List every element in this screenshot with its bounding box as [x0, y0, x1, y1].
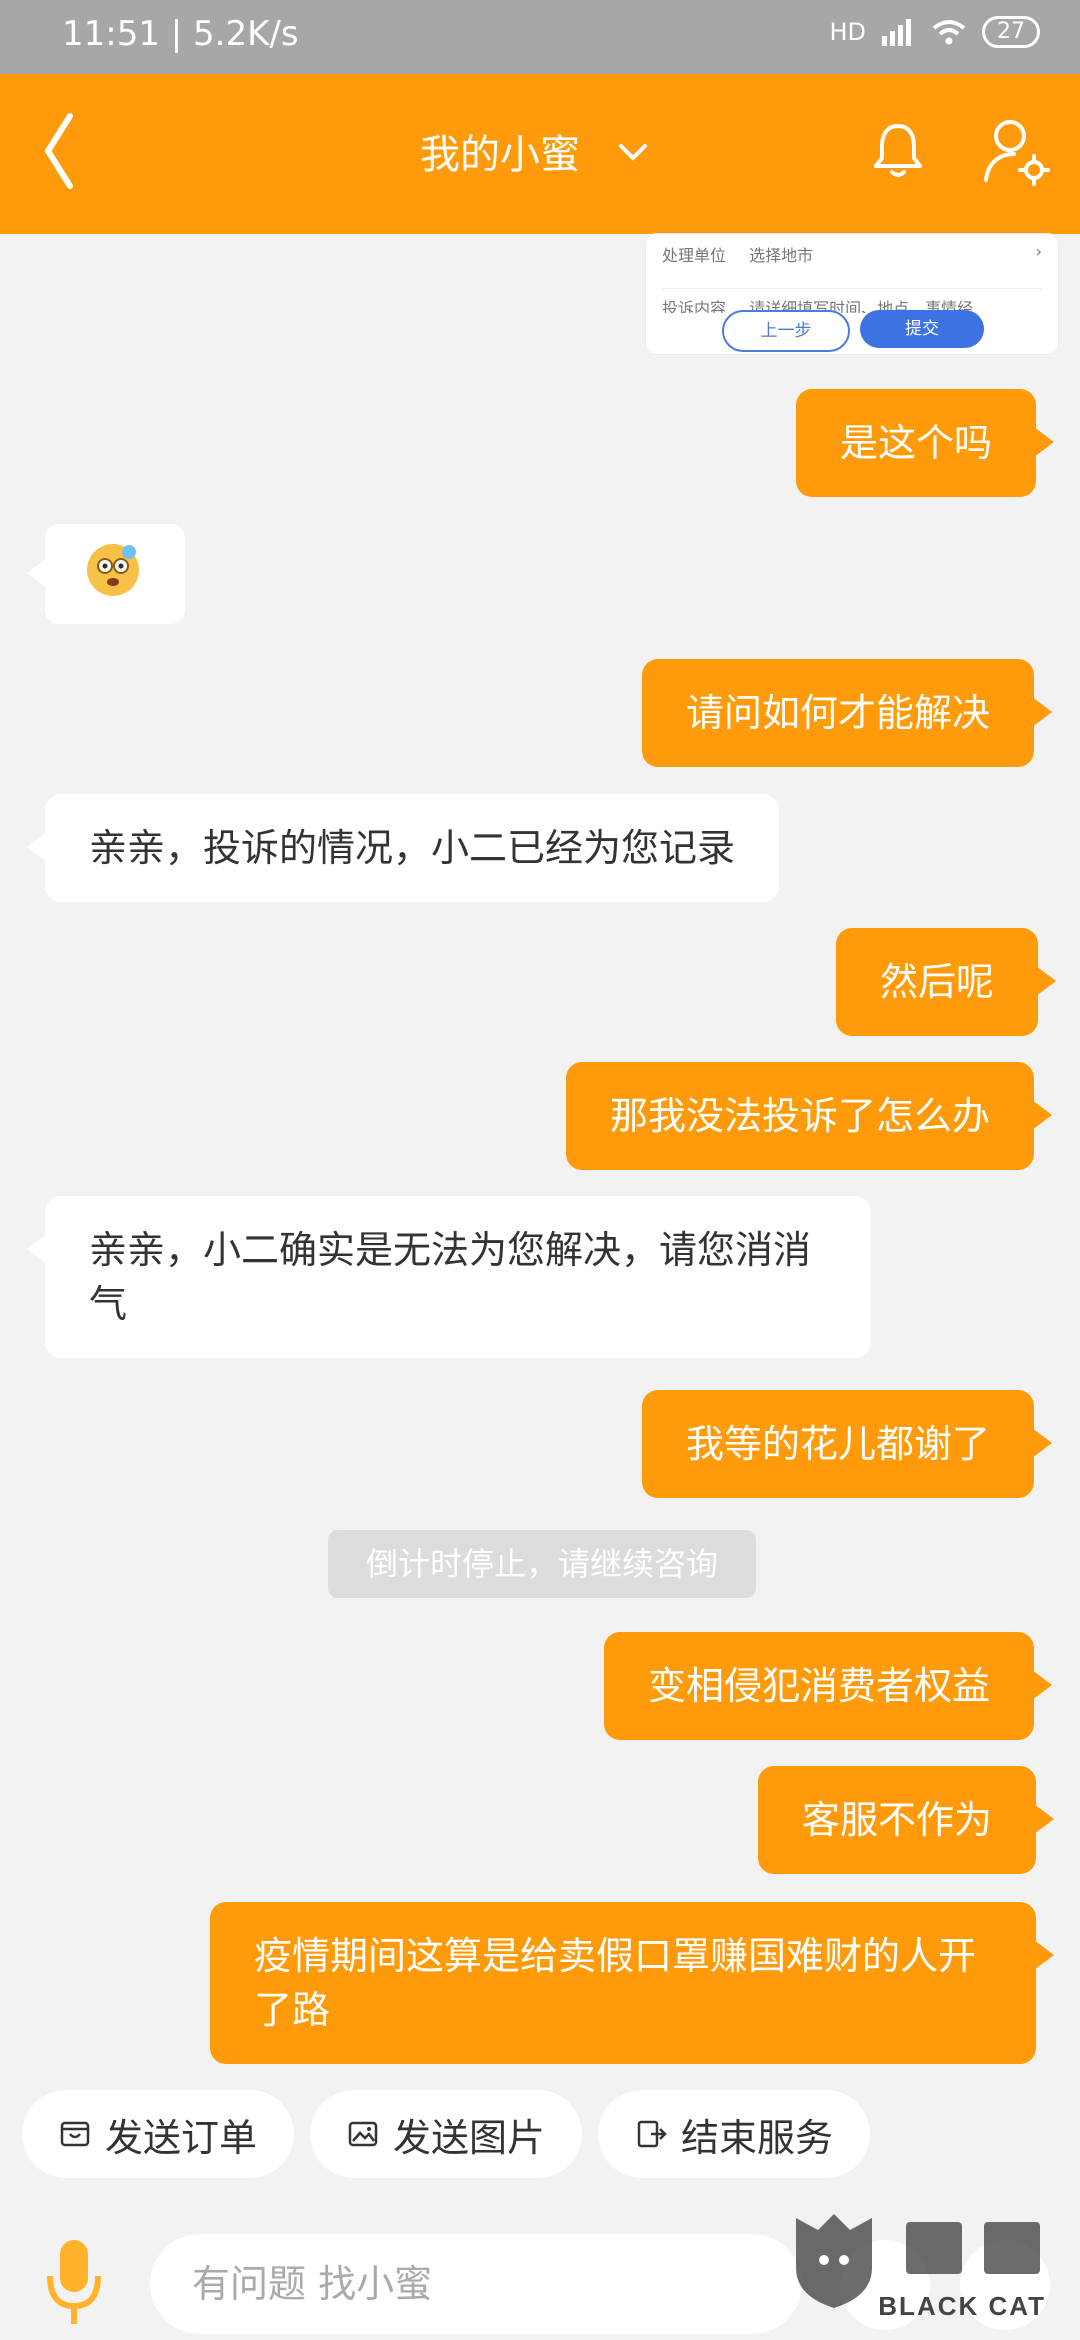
message-outgoing: 疫情期间这算是给卖假口罩赚国难财的人开了路: [210, 1902, 1054, 2064]
input-bar: 有问题 找小蜜 BLACK CAT: [0, 2214, 1080, 2340]
mic-icon[interactable]: [38, 2232, 110, 2332]
status-icons: HD 27: [829, 16, 1040, 48]
send-image-button[interactable]: 发送图片: [310, 2090, 582, 2178]
card-row-label: 投诉内容: [662, 299, 727, 313]
page-title[interactable]: 我的小蜜: [420, 122, 580, 180]
message-outgoing: 客服不作为: [758, 1766, 1055, 1874]
dizzy-face-icon: [87, 544, 139, 596]
back-arrow-icon[interactable]: [36, 106, 86, 196]
wifi-icon: [932, 20, 966, 45]
status-time-speed: 11:51 | 5.2K/s: [62, 14, 299, 54]
card-row-department[interactable]: 处理单位 选择地市 ›: [662, 242, 1042, 266]
card-row-value: 选择地市: [749, 246, 814, 265]
system-notice: 倒计时停止，请继续咨询: [328, 1530, 756, 1598]
message-outgoing: 我等的花儿都谢了: [642, 1390, 1053, 1498]
message-input[interactable]: 有问题 找小蜜: [150, 2234, 802, 2334]
watermark-logo: BLACK CAT: [788, 2210, 1064, 2330]
card-row-label: 处理单位: [662, 246, 727, 265]
card-row-content[interactable]: 投诉内容 请详细填写时间、地点、事情经: [662, 288, 1042, 313]
exit-icon: [637, 2120, 667, 2148]
complaint-form-card: 处理单位 选择地市 › 投诉内容 请详细填写时间、地点、事情经 上一步 提交: [646, 234, 1058, 354]
end-service-label: 结束服务: [680, 2115, 833, 2160]
message-outgoing: 是这个吗: [796, 389, 1055, 497]
top-header: 我的小蜜: [0, 74, 1080, 234]
message-outgoing: 变相侵犯消费者权益: [604, 1632, 1053, 1740]
message-incoming-emoji: [27, 524, 185, 624]
user-settings-icon[interactable]: [980, 116, 1050, 186]
signal-icon: [882, 19, 911, 46]
order-icon: [60, 2121, 90, 2147]
chat-area: 处理单位 选择地市 › 投诉内容 请详细填写时间、地点、事情经 上一步 提交 是…: [0, 234, 1080, 2080]
message-incoming: 亲亲，小二确实是无法为您解决，请您消消气: [27, 1196, 871, 1358]
image-icon: [348, 2121, 378, 2147]
send-order-button[interactable]: 发送订单: [22, 2090, 294, 2178]
send-order-label: 发送订单: [104, 2115, 257, 2160]
watermark-text: BLACK CAT: [878, 2291, 1046, 2321]
message-outgoing: 那我没法投诉了怎么办: [566, 1062, 1053, 1170]
battery-indicator: 27: [982, 16, 1040, 48]
network-hd-icon: HD: [829, 18, 866, 46]
quick-actions-bar: 发送订单 发送图片 结束服务: [0, 2080, 1080, 2220]
message-incoming: 亲亲，投诉的情况，小二已经为您记录: [26, 794, 780, 902]
message-outgoing: 请问如何才能解决: [642, 659, 1053, 767]
message-outgoing: 然后呢: [836, 928, 1057, 1036]
prev-step-button[interactable]: 上一步: [722, 310, 850, 352]
status-bar: 11:51 | 5.2K/s HD 27: [0, 0, 1080, 74]
end-service-button[interactable]: 结束服务: [598, 2090, 870, 2178]
black-cat-chinese-logo-icon: [906, 2222, 1040, 2274]
chevron-down-icon[interactable]: [618, 138, 648, 168]
bell-icon[interactable]: [870, 120, 926, 180]
cat-shield-icon: [796, 2214, 872, 2308]
submit-button[interactable]: 提交: [860, 310, 984, 348]
send-image-label: 发送图片: [392, 2115, 545, 2160]
chevron-right-icon: ›: [1035, 242, 1042, 261]
